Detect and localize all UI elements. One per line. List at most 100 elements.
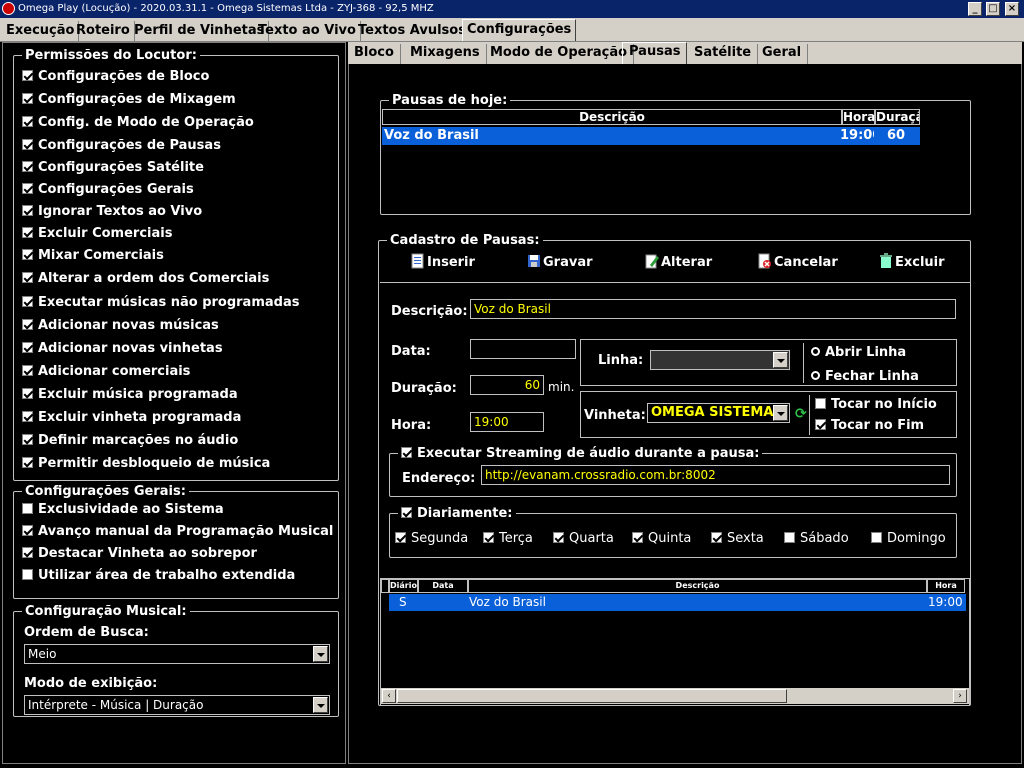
checkbox-checked-icon bbox=[22, 525, 33, 536]
permission-checkbox[interactable]: Configurações Gerais bbox=[22, 182, 194, 198]
checkbox-checked-icon bbox=[22, 161, 33, 172]
subtab-geral[interactable]: Geral bbox=[756, 44, 809, 64]
linha-box: Linha: Abrir Linha Fechar Linha bbox=[580, 339, 957, 386]
permission-checkbox[interactable]: Config. de Modo de Operação bbox=[22, 115, 254, 131]
list-col-hora[interactable]: Hora bbox=[927, 579, 965, 593]
day-checkbox[interactable]: Terça bbox=[483, 531, 533, 546]
permission-checkbox[interactable]: Ignorar Textos ao Vivo bbox=[22, 204, 202, 220]
scroll-left-icon[interactable]: ‹ bbox=[382, 689, 396, 703]
display-mode-label: Modo de exibição: bbox=[24, 676, 158, 691]
close-button[interactable]: × bbox=[1005, 2, 1019, 16]
data-input[interactable] bbox=[470, 339, 576, 359]
subtab-satelite[interactable]: Satélite bbox=[688, 44, 759, 64]
subtab-mixagens[interactable]: Mixagens bbox=[404, 44, 487, 64]
general-config-checkbox[interactable]: Avanço manual da Programação Musical bbox=[22, 524, 333, 540]
daily-checkbox[interactable]: Diariamente: bbox=[398, 506, 516, 521]
tab-execucao[interactable]: Execução bbox=[2, 21, 80, 41]
tocar-inicio-checkbox[interactable]: Tocar no Início bbox=[815, 397, 937, 412]
permission-checkbox[interactable]: Executar músicas não programadas bbox=[22, 295, 299, 311]
day-checkbox[interactable]: Domingo bbox=[871, 531, 946, 546]
refresh-icon[interactable]: ⟳ bbox=[795, 406, 807, 422]
permission-label: Config. de Modo de Operação bbox=[38, 115, 254, 130]
chevron-down-icon[interactable] bbox=[313, 646, 328, 662]
tab-roteiro[interactable]: Roteiro bbox=[72, 21, 135, 41]
today-col-descricao[interactable]: Descrição bbox=[382, 109, 842, 125]
vinheta-select[interactable]: OMEGA SISTEMAS bbox=[647, 403, 790, 423]
general-config-checkbox[interactable]: Destacar Vinheta ao sobrepor bbox=[22, 546, 257, 562]
linha-select[interactable] bbox=[650, 350, 790, 370]
tab-configuracoes[interactable]: Configurações bbox=[462, 19, 577, 41]
today-col-duracao[interactable]: Duração bbox=[875, 109, 920, 125]
today-col-hora[interactable]: Hora bbox=[842, 109, 875, 125]
scroll-right-icon[interactable]: › bbox=[953, 689, 967, 703]
permission-label: Alterar a ordem dos Comerciais bbox=[38, 271, 270, 286]
checkbox-checked-icon bbox=[815, 419, 826, 430]
permission-checkbox[interactable]: Configurações de Bloco bbox=[22, 69, 209, 85]
hora-label: Hora: bbox=[391, 418, 432, 433]
general-config-checkbox[interactable]: Utilizar área de trabalho extendida bbox=[22, 568, 295, 584]
table-row[interactable]: S Voz do Brasil 19:00 bbox=[389, 594, 966, 611]
day-checkbox[interactable]: Segunda bbox=[395, 531, 468, 546]
checkbox-checked-icon bbox=[22, 411, 33, 422]
search-order-select[interactable]: Meio bbox=[24, 644, 330, 664]
permission-checkbox[interactable]: Alterar a ordem dos Comerciais bbox=[22, 271, 269, 287]
chevron-down-icon[interactable] bbox=[773, 352, 788, 368]
permission-checkbox[interactable]: Permitir desbloqueio de música bbox=[22, 456, 270, 472]
permission-checkbox[interactable]: Adicionar novas músicas bbox=[22, 318, 219, 334]
hora-input[interactable]: 19:00 bbox=[470, 412, 544, 432]
display-mode-select[interactable]: Intérprete - Música | Duração bbox=[24, 695, 330, 715]
subtab-bloco[interactable]: Bloco bbox=[348, 44, 401, 64]
permission-checkbox[interactable]: Adicionar novas vinhetas bbox=[22, 341, 223, 357]
tocar-fim-checkbox[interactable]: Tocar no Fim bbox=[815, 418, 924, 433]
minimize-button[interactable]: _ bbox=[968, 2, 982, 16]
edit-button[interactable]: Alterar bbox=[645, 253, 712, 273]
permission-checkbox[interactable]: Definir marcações no áudio bbox=[22, 433, 238, 449]
tab-texto-ao-vivo[interactable]: Texto ao Vivo bbox=[254, 21, 361, 41]
day-checkbox[interactable]: Sexta bbox=[711, 531, 764, 546]
scrollbar-thumb[interactable] bbox=[397, 689, 787, 703]
list-col-data[interactable]: Data bbox=[418, 579, 468, 593]
delete-button[interactable]: Excluir bbox=[879, 253, 945, 273]
descricao-input[interactable]: Voz do Brasil bbox=[470, 299, 956, 319]
day-checkbox[interactable]: Quarta bbox=[553, 531, 614, 546]
permission-label: Configurações de Bloco bbox=[38, 69, 210, 84]
general-config-checkbox[interactable]: Exclusividade ao Sistema bbox=[22, 502, 224, 518]
permission-checkbox[interactable]: Excluir Comerciais bbox=[22, 226, 172, 242]
permission-checkbox[interactable]: Excluir música programada bbox=[22, 387, 238, 403]
cancel-label: Cancelar bbox=[774, 255, 838, 270]
permission-label: Configurações Gerais bbox=[38, 182, 194, 197]
maximize-button[interactable]: □ bbox=[986, 2, 1000, 16]
list-col-descricao[interactable]: Descrição bbox=[468, 579, 927, 593]
table-row[interactable]: Voz do Brasil 19:00 60 bbox=[382, 127, 920, 145]
insert-button[interactable]: Inserir bbox=[411, 253, 475, 273]
chevron-down-icon[interactable] bbox=[773, 405, 788, 421]
permission-checkbox[interactable]: Adicionar comerciais bbox=[22, 364, 190, 380]
checkbox-checked-icon bbox=[22, 93, 33, 104]
permission-checkbox[interactable]: Mixar Comerciais bbox=[22, 248, 164, 264]
abrir-linha-radio[interactable]: Abrir Linha bbox=[811, 345, 906, 360]
subtab-modo-operacao[interactable]: Modo de Operação bbox=[484, 44, 635, 64]
endereco-input[interactable]: http://evanam.crossradio.com.br:8002 bbox=[481, 465, 950, 485]
chevron-down-icon[interactable] bbox=[313, 697, 328, 713]
vinheta-divider bbox=[809, 395, 810, 435]
subtab-pausas[interactable]: Pausas bbox=[622, 42, 688, 64]
permission-checkbox[interactable]: Excluir vinheta programada bbox=[22, 410, 241, 426]
floppy-disk-icon bbox=[528, 255, 540, 267]
permission-label: Ignorar Textos ao Vivo bbox=[38, 204, 203, 219]
permission-label: Configurações de Mixagem bbox=[38, 92, 236, 107]
duracao-input[interactable]: 60 bbox=[470, 375, 544, 395]
fechar-linha-radio[interactable]: Fechar Linha bbox=[811, 369, 919, 384]
streaming-checkbox[interactable]: Executar Streaming de áudio durante a pa… bbox=[398, 446, 763, 461]
save-button[interactable]: Gravar bbox=[527, 253, 593, 273]
tab-textos-avulsos[interactable]: Textos Avulsos bbox=[354, 21, 471, 41]
horizontal-scrollbar[interactable]: ‹ › bbox=[381, 688, 969, 704]
cancel-button[interactable]: Cancelar bbox=[758, 253, 838, 273]
permission-checkbox[interactable]: Configurações de Mixagem bbox=[22, 92, 236, 108]
permission-checkbox[interactable]: Configurações Satélite bbox=[22, 160, 204, 176]
checkbox-checked-icon bbox=[553, 532, 564, 543]
day-checkbox[interactable]: Quinta bbox=[632, 531, 691, 546]
day-checkbox[interactable]: Sábado bbox=[784, 531, 849, 546]
list-col-diario[interactable]: Diário bbox=[389, 579, 418, 593]
permission-checkbox[interactable]: Configurações de Pausas bbox=[22, 138, 221, 154]
tab-perfil-vinhetas[interactable]: Perfil de Vinhetas bbox=[130, 21, 270, 41]
